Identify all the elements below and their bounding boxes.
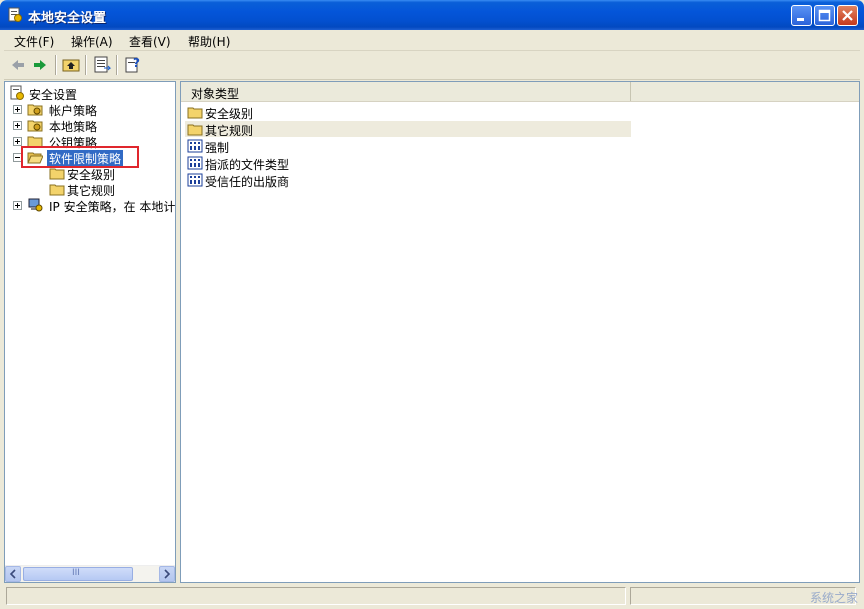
list-item-other-rules[interactable]: 其它规则 xyxy=(185,121,631,138)
scroll-right-button[interactable] xyxy=(159,566,175,582)
list-item-trusted-publishers[interactable]: 受信任的出版商 xyxy=(185,172,631,189)
horizontal-scrollbar[interactable]: III xyxy=(5,565,175,582)
export-list-icon xyxy=(94,56,112,73)
toolbar-separator xyxy=(116,55,118,75)
maximize-button[interactable] xyxy=(814,5,835,26)
list-item-label: 强制 xyxy=(205,141,230,155)
minimize-icon xyxy=(797,18,804,21)
close-button[interactable] xyxy=(837,5,858,26)
toolbar: ? xyxy=(4,51,860,80)
tree-item-other-rules[interactable]: 其它规则 xyxy=(5,181,175,198)
toolbar-separator xyxy=(85,55,87,75)
list-item-label: 指派的文件类型 xyxy=(205,158,290,172)
export-list-button[interactable] xyxy=(91,54,113,76)
console-tree-pane[interactable]: 安全设置 帐户策略 本地策略 公钥策略 软件限制策略 安全级别 其它规则 IP … xyxy=(4,81,176,583)
tree-item-ip-security[interactable]: IP 安全策略，在 本地计 xyxy=(5,197,176,214)
policy-folder-icon xyxy=(27,101,43,117)
tree-item-local-policy[interactable]: 本地策略 xyxy=(5,117,175,134)
tree-item-security-settings[interactable]: 安全设置 xyxy=(5,85,175,102)
folder-up-icon xyxy=(62,59,80,72)
toolbar-separator xyxy=(55,55,57,75)
scrollbar-thumb[interactable]: III xyxy=(23,567,133,581)
folder-icon xyxy=(49,181,65,197)
security-settings-icon xyxy=(7,7,23,23)
up-one-level-button[interactable] xyxy=(60,54,82,76)
annotation-highlight-box xyxy=(21,146,139,168)
main-window: 本地安全设置 文件(F) 操作(A) 查看(V) 帮助(H) ? 安全设置 帐户… xyxy=(0,0,864,609)
policy-setting-icon xyxy=(187,172,203,188)
list-item-label: 受信任的出版商 xyxy=(205,175,290,189)
title-bar[interactable]: 本地安全设置 xyxy=(0,0,864,30)
details-pane[interactable]: 对象类型 安全级别 其它规则 强制 指派的文件类型 受信任的出版商 xyxy=(180,81,860,583)
menu-view[interactable]: 查看(V) xyxy=(129,33,171,50)
folder-icon xyxy=(187,104,203,120)
forward-arrow-icon xyxy=(34,60,46,70)
column-header-object-type[interactable]: 对象类型 xyxy=(181,82,631,101)
arrow-left-icon xyxy=(9,569,16,579)
svg-text:?: ? xyxy=(133,56,140,70)
expand-icon[interactable] xyxy=(13,105,22,114)
network-computer-icon xyxy=(27,197,43,213)
help-button[interactable]: ? xyxy=(122,54,144,76)
close-icon xyxy=(842,10,853,21)
menu-file[interactable]: 文件(F) xyxy=(14,33,54,50)
list-header: 对象类型 xyxy=(181,82,859,102)
list-item-security-levels[interactable]: 安全级别 xyxy=(185,104,631,121)
window-title: 本地安全设置 xyxy=(28,11,107,26)
list-item-designated-file-types[interactable]: 指派的文件类型 xyxy=(185,155,631,172)
scrollbar-grip: III xyxy=(72,568,80,578)
menu-help[interactable]: 帮助(H) xyxy=(188,33,230,50)
menu-bar: 文件(F) 操作(A) 查看(V) 帮助(H) xyxy=(4,30,860,51)
list-item-label: 其它规则 xyxy=(205,124,254,138)
security-settings-icon xyxy=(9,85,25,101)
arrow-right-icon xyxy=(164,569,171,579)
policy-folder-icon xyxy=(27,117,43,133)
list-item-enforcement[interactable]: 强制 xyxy=(185,138,631,155)
maximize-icon xyxy=(818,9,831,22)
back-button[interactable] xyxy=(7,54,29,76)
back-arrow-icon xyxy=(12,60,24,70)
expand-icon[interactable] xyxy=(13,201,22,210)
watermark-logo: 系统之家 xyxy=(809,591,858,605)
policy-setting-icon xyxy=(187,138,203,154)
folder-icon xyxy=(187,121,203,137)
tree-item-account-policy[interactable]: 帐户策略 xyxy=(5,101,175,118)
tree-label: IP 安全策略，在 本地计 xyxy=(49,200,176,214)
policy-setting-icon xyxy=(187,155,203,171)
column-header-label: 对象类型 xyxy=(191,87,240,101)
help-icon: ? xyxy=(125,56,140,73)
status-cell-main xyxy=(6,587,626,605)
list-item-label: 安全级别 xyxy=(205,107,254,121)
scroll-left-button[interactable] xyxy=(5,566,21,582)
minimize-button[interactable] xyxy=(791,5,812,26)
status-bar xyxy=(4,585,860,607)
menu-action[interactable]: 操作(A) xyxy=(71,33,113,50)
forward-button[interactable] xyxy=(29,54,51,76)
expand-icon[interactable] xyxy=(13,137,22,146)
expand-icon[interactable] xyxy=(13,121,22,130)
